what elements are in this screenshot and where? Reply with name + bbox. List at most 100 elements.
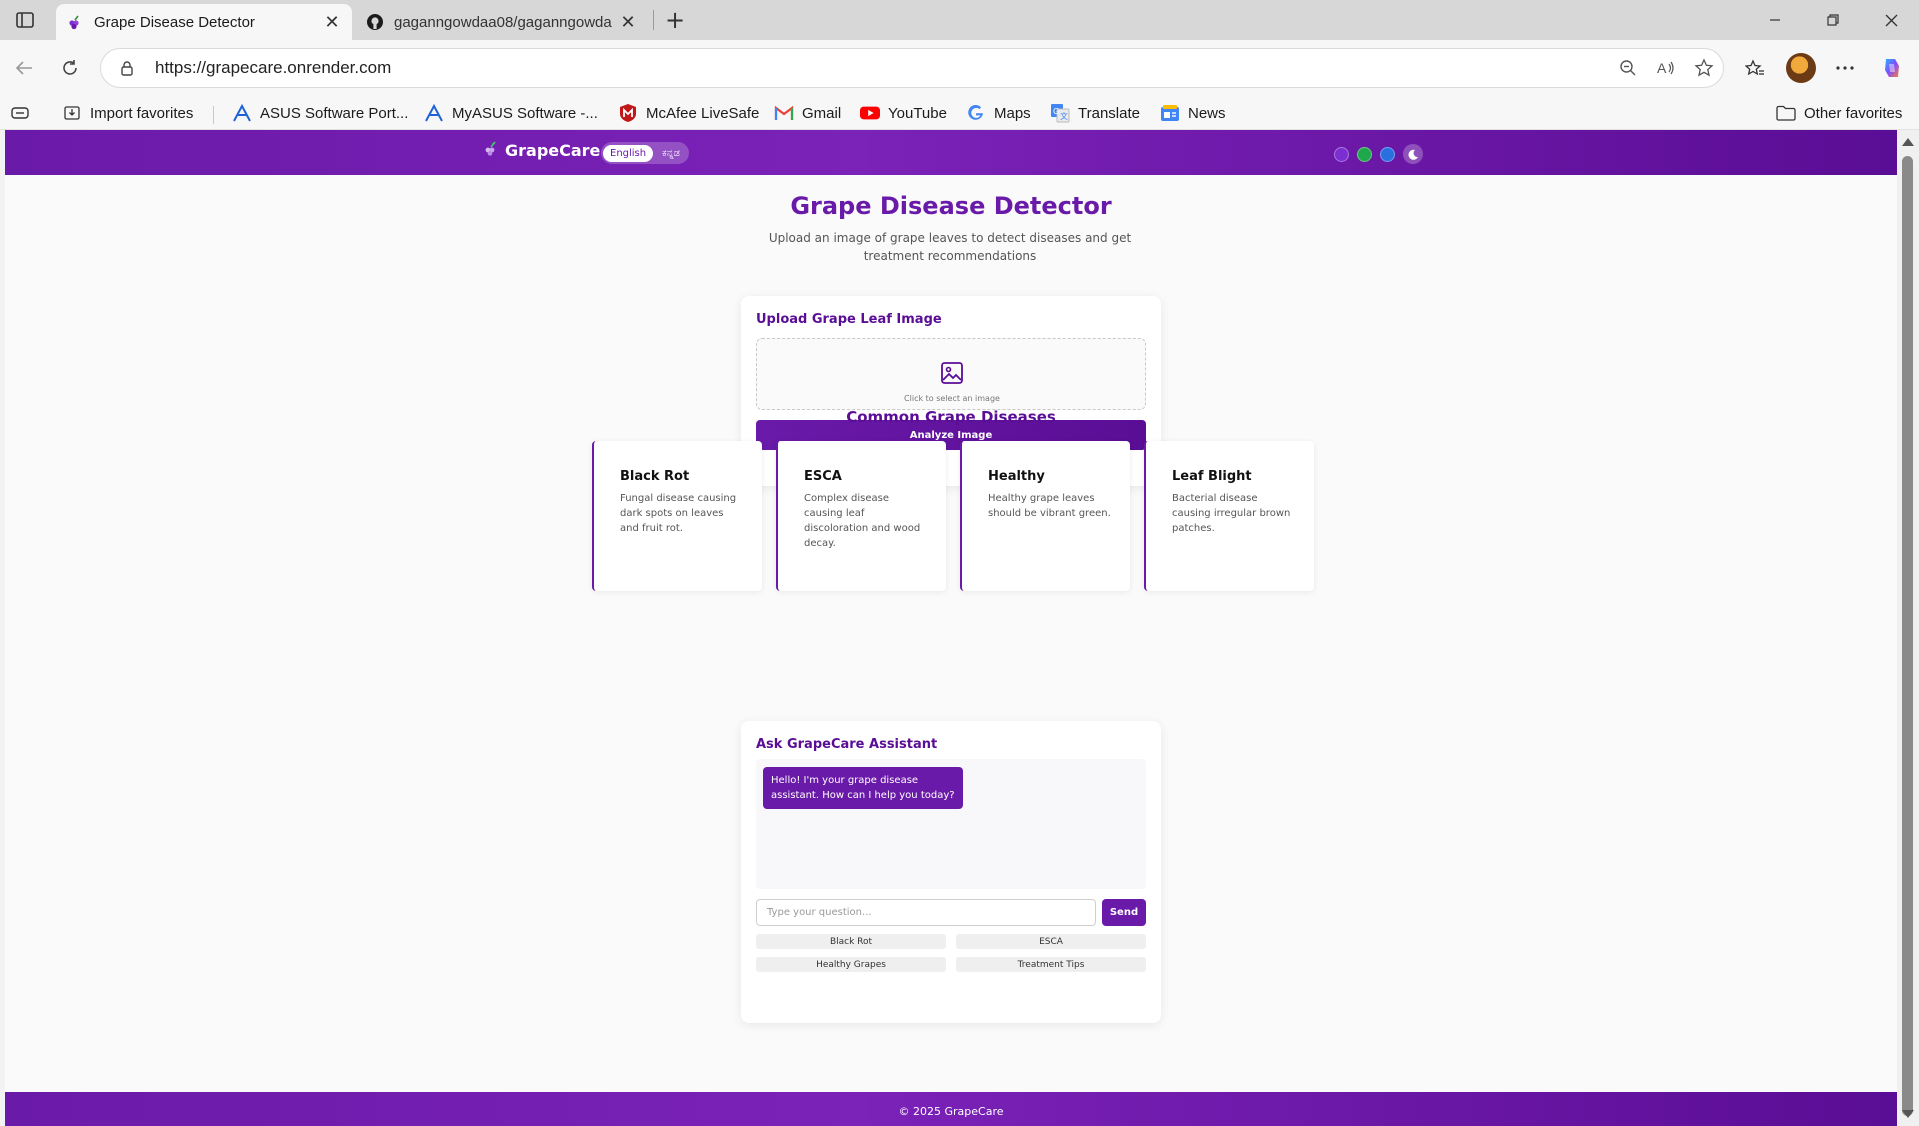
copilot-icon[interactable]	[1876, 52, 1908, 84]
theme-switcher	[1334, 144, 1423, 164]
favorite-youtube[interactable]: YouTube	[860, 100, 947, 126]
question-input[interactable]: Type your question...	[756, 899, 1096, 926]
brand[interactable]: GrapeCare	[483, 140, 600, 160]
disease-description: Complex disease causing leaf discolorati…	[804, 493, 921, 549]
minimize-icon[interactable]	[1747, 0, 1803, 40]
disease-description: Healthy grape leaves should be vibrant g…	[988, 493, 1111, 519]
quick-question-chip[interactable]: Black Rot	[756, 934, 946, 949]
disease-name: Healthy	[988, 469, 1045, 484]
other-favorites-label: Other favorites	[1804, 104, 1903, 122]
favorites-icon[interactable]	[1739, 52, 1771, 84]
read-aloud-icon[interactable]: A	[1647, 53, 1685, 83]
language-kannada[interactable]: ಕನ್ನಡ	[655, 145, 687, 162]
scrollbar-thumb[interactable]	[1902, 156, 1913, 1116]
zoom-out-icon[interactable]	[1609, 53, 1647, 83]
tab-grape-disease-detector[interactable]: Grape Disease Detector ✕	[56, 4, 352, 40]
favorite-import[interactable]: Import favorites	[62, 100, 193, 126]
page-scrollbar[interactable]	[1897, 130, 1919, 1126]
favorite-asus-software-portal[interactable]: ASUS Software Port...	[232, 100, 408, 126]
asus-icon	[424, 103, 444, 123]
tab-title: Grape Disease Detector	[94, 13, 255, 31]
tab-shortcut-icon[interactable]	[10, 100, 30, 126]
favorite-label: MyASUS Software -...	[452, 104, 598, 122]
disease-name: ESCA	[804, 469, 842, 484]
tab-github[interactable]: gaganngowdaa08/gaganngowda ✕	[356, 4, 648, 40]
brand-name: GrapeCare	[505, 140, 601, 160]
tab-title: gaganngowdaa08/gaganngowda	[394, 13, 612, 31]
assistant-card: Ask GrapeCare Assistant Hello! I'm your …	[741, 721, 1161, 1023]
quick-question-chip[interactable]: Treatment Tips	[956, 957, 1146, 972]
language-toggle: English ಕನ್ನಡ	[601, 142, 689, 164]
svg-text:A: A	[1657, 60, 1667, 76]
theme-blue-dot[interactable]	[1380, 146, 1395, 162]
profile-avatar[interactable]	[1786, 53, 1816, 83]
theme-green-dot[interactable]	[1357, 146, 1372, 162]
disease-card-leaf-blight[interactable]: Leaf Blight Bacterial disease causing ir…	[1144, 441, 1314, 591]
disease-name: Black Rot	[620, 469, 690, 484]
quick-question-chip[interactable]: ESCA	[956, 934, 1146, 949]
grape-favicon-icon	[66, 13, 84, 31]
assistant-message: Hello! I'm your grape disease assistant.…	[763, 767, 963, 809]
quick-question-chip[interactable]: Healthy Grapes	[756, 957, 946, 972]
other-favorites[interactable]: Other favorites	[1776, 100, 1902, 126]
language-english[interactable]: English	[603, 144, 654, 162]
image-icon	[940, 361, 964, 385]
favorite-label: Import favorites	[90, 104, 194, 122]
url-text: https://grapecare.onrender.com	[155, 58, 392, 77]
disease-card-healthy[interactable]: Healthy Healthy grape leaves should be v…	[960, 441, 1130, 591]
scroll-up-arrow-icon[interactable]	[1902, 138, 1914, 146]
page-title: Grape Disease Detector	[790, 192, 1112, 220]
github-icon	[366, 13, 384, 31]
dark-mode-moon-icon[interactable]	[1403, 144, 1423, 164]
browser-toolbar: https://grapecare.onrender.com A	[0, 40, 1919, 96]
disease-description: Fungal disease causing dark spots on lea…	[620, 493, 737, 534]
disease-card-esca[interactable]: ESCA Complex disease causing leaf discol…	[776, 441, 946, 591]
favorite-translate[interactable]: G文 Translate	[1050, 100, 1140, 126]
svg-text:G: G	[1053, 107, 1059, 116]
address-bar[interactable]: https://grapecare.onrender.com A	[100, 48, 1724, 88]
refresh-icon[interactable]	[52, 50, 88, 86]
favorite-label: News	[1188, 104, 1226, 122]
gmail-icon	[774, 103, 794, 123]
close-tab-icon[interactable]: ✕	[618, 12, 638, 32]
restore-icon[interactable]	[1805, 0, 1861, 40]
favorites-bar: Import favorites ASUS Software Port... M…	[0, 96, 1919, 130]
send-button[interactable]: Send	[1102, 899, 1146, 926]
image-dropzone[interactable]: Click to select an image	[756, 338, 1146, 410]
favorite-mcafee-livesafe[interactable]: McAfee LiveSafe	[618, 100, 759, 126]
disease-card-black-rot[interactable]: Black Rot Fungal disease causing dark sp…	[592, 441, 762, 591]
diseases-section-title: Common Grape Diseases	[846, 408, 1056, 426]
favorite-maps[interactable]: Maps	[966, 100, 1031, 126]
site-info-icon[interactable]	[115, 56, 139, 80]
favorite-news[interactable]: News	[1160, 100, 1226, 126]
close-tab-icon[interactable]: ✕	[322, 12, 342, 32]
favorite-label: McAfee LiveSafe	[646, 104, 760, 122]
assistant-title: Ask GrapeCare Assistant	[756, 737, 938, 752]
upload-card-title: Upload Grape Leaf Image	[756, 312, 942, 327]
chat-messages: Hello! I'm your grape disease assistant.…	[756, 759, 1146, 889]
favorite-gmail[interactable]: Gmail	[774, 100, 841, 126]
translate-icon: G文	[1050, 103, 1070, 123]
close-window-icon[interactable]	[1863, 0, 1919, 40]
favorites-divider	[213, 106, 214, 124]
new-tab-icon[interactable]: +	[660, 6, 690, 34]
favorite-label: YouTube	[888, 104, 947, 122]
site-header: GrapeCare English ಕನ್ನಡ	[5, 130, 1897, 175]
favorite-label: Maps	[994, 104, 1031, 122]
favorite-star-icon[interactable]	[1685, 53, 1723, 83]
scroll-down-arrow-icon[interactable]	[1902, 1110, 1914, 1118]
more-options-icon[interactable]	[1829, 52, 1861, 84]
disease-name: Leaf Blight	[1172, 469, 1252, 484]
tab-actions-icon[interactable]	[8, 8, 42, 32]
folder-icon	[1776, 103, 1796, 123]
favorite-label: Gmail	[802, 104, 842, 122]
grape-logo-icon	[483, 140, 499, 160]
tab-strip: Grape Disease Detector ✕ gaganngowdaa08/…	[0, 0, 1919, 40]
favorite-myasus-software[interactable]: MyASUS Software -...	[424, 100, 598, 126]
back-icon[interactable]	[6, 50, 42, 86]
svg-text:文: 文	[1060, 111, 1068, 121]
news-icon	[1160, 103, 1180, 123]
asus-icon	[232, 103, 252, 123]
favorite-label: Translate	[1078, 104, 1140, 122]
theme-purple-dot[interactable]	[1334, 146, 1349, 162]
